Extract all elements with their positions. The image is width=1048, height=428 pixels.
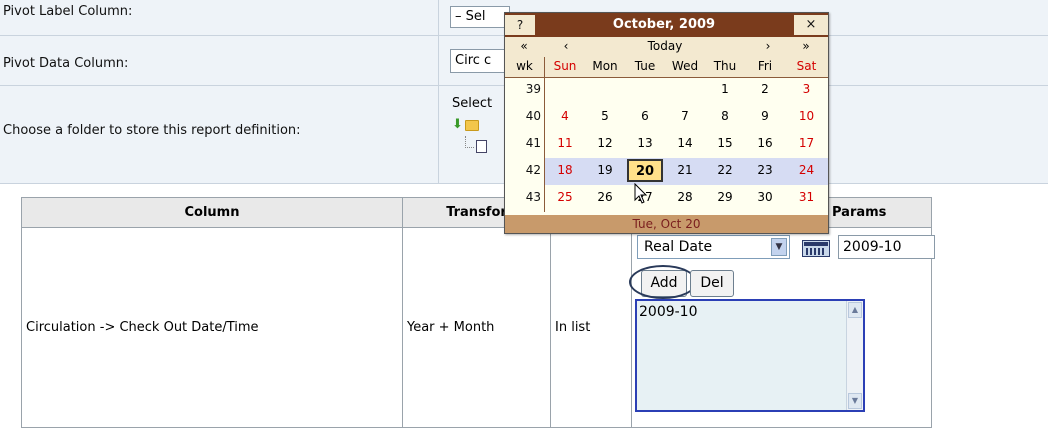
scroll-up-icon[interactable]: ▲ bbox=[848, 302, 862, 318]
calendar-day-30[interactable]: 30 bbox=[745, 188, 785, 208]
day-name-sat: Sat bbox=[796, 59, 817, 73]
calendar-close-button[interactable]: × bbox=[794, 15, 828, 35]
day-name-thu: Thu bbox=[713, 59, 737, 73]
pivot-data-label: Pivot Data Column: bbox=[3, 56, 129, 71]
day-name-mon: Mon bbox=[592, 59, 618, 73]
day-name-sun: Sun bbox=[553, 59, 577, 73]
calendar-title: October, 2009 bbox=[612, 17, 716, 32]
param-list-box[interactable]: 2009-10 ▲ ▼ bbox=[635, 299, 865, 412]
calendar-nav: « ‹ Today › » bbox=[505, 37, 828, 58]
week-number: 39 bbox=[525, 82, 541, 96]
calendar-day-20[interactable]: 20 bbox=[627, 159, 663, 182]
calendar-day-1[interactable]: 1 bbox=[705, 80, 745, 100]
param-type-select[interactable]: Real Date ▼ bbox=[637, 235, 790, 259]
calendar-help-button[interactable]: ? bbox=[505, 15, 535, 35]
folder-label: Choose a folder to store this report def… bbox=[3, 123, 301, 138]
param-type-value: Real Date bbox=[644, 239, 713, 255]
next-month-button[interactable]: › bbox=[751, 37, 785, 57]
calendar-icon[interactable] bbox=[802, 240, 830, 257]
calendar-empty-cell bbox=[585, 80, 625, 100]
calendar-day-2[interactable]: 2 bbox=[745, 80, 785, 100]
calendar-icon-grid bbox=[806, 248, 826, 255]
week-number: 41 bbox=[525, 136, 541, 150]
calendar-empty-cell bbox=[665, 80, 705, 100]
calendar-day-23[interactable]: 23 bbox=[745, 161, 785, 181]
calendar-day-13[interactable]: 13 bbox=[625, 134, 665, 154]
calendar-day-17[interactable]: 17 bbox=[785, 134, 828, 154]
day-name-tue: Tue bbox=[634, 59, 656, 73]
calendar-day-15[interactable]: 15 bbox=[705, 134, 745, 154]
calendar-icon-bar bbox=[804, 242, 828, 246]
mouse-cursor bbox=[634, 183, 648, 204]
calendar-day-29[interactable]: 29 bbox=[705, 188, 745, 208]
calendar-day-19[interactable]: 19 bbox=[585, 161, 625, 181]
list-scrollbar[interactable]: ▲ ▼ bbox=[846, 301, 863, 410]
del-button[interactable]: Del bbox=[690, 270, 734, 297]
calendar-day-names: wk Sun Mon Tue Wed Thu Fri Sat bbox=[505, 57, 828, 78]
calendar-empty-cell bbox=[625, 80, 665, 100]
calendar-empty-cell bbox=[545, 80, 585, 100]
folder-icon[interactable] bbox=[465, 120, 479, 131]
cell-operator: In list bbox=[550, 227, 632, 428]
calendar-day-4[interactable]: 4 bbox=[545, 107, 585, 127]
calendar-day-16[interactable]: 16 bbox=[745, 134, 785, 154]
cell-transform: Year + Month bbox=[402, 227, 551, 428]
calendar-day-3[interactable]: 3 bbox=[785, 80, 828, 100]
calendar-day-22[interactable]: 22 bbox=[705, 161, 745, 181]
document-icon[interactable] bbox=[476, 140, 487, 153]
pivot-data-select[interactable]: Circ c bbox=[450, 49, 510, 73]
calendar-header: ? October, 2009 × bbox=[505, 13, 828, 37]
header-params-label: Params bbox=[832, 205, 887, 220]
header-column: Column bbox=[21, 197, 403, 228]
today-button[interactable]: Today bbox=[585, 37, 745, 57]
cell-column: Circulation -> Check Out Date/Time bbox=[21, 227, 403, 428]
form-divider bbox=[438, 0, 439, 184]
calendar-day-24[interactable]: 24 bbox=[785, 161, 828, 181]
week-column-divider bbox=[544, 57, 545, 212]
calendar-day-11[interactable]: 11 bbox=[545, 134, 585, 154]
calendar-day-9[interactable]: 9 bbox=[745, 107, 785, 127]
chevron-down-icon[interactable]: ▼ bbox=[771, 238, 787, 256]
calendar-day-26[interactable]: 26 bbox=[585, 188, 625, 208]
calendar-popup: ? October, 2009 × « ‹ Today › » wk Sun Mon… bbox=[504, 12, 829, 234]
calendar-day-12[interactable]: 12 bbox=[585, 134, 625, 154]
calendar-day-31[interactable]: 31 bbox=[785, 188, 828, 208]
calendar-day-10[interactable]: 10 bbox=[785, 107, 828, 127]
folder-select-prefix: Select bbox=[452, 96, 493, 111]
day-name-wk: wk bbox=[516, 59, 533, 73]
week-number: 43 bbox=[525, 190, 541, 204]
next-year-button[interactable]: » bbox=[789, 37, 823, 57]
add-button-highlight bbox=[629, 265, 697, 299]
arrow-down-icon[interactable]: ⬇ bbox=[452, 118, 463, 132]
calendar-day-28[interactable]: 28 bbox=[665, 188, 705, 208]
scroll-down-icon[interactable]: ▼ bbox=[848, 393, 862, 409]
calendar-day-7[interactable]: 7 bbox=[665, 107, 705, 127]
pivot-label-label: Pivot Label Column: bbox=[3, 4, 133, 19]
prev-year-button[interactable]: « bbox=[507, 37, 541, 57]
pivot-label-select[interactable]: – Sel bbox=[450, 6, 510, 28]
calendar-day-5[interactable]: 5 bbox=[585, 107, 625, 127]
prev-month-button[interactable]: ‹ bbox=[549, 37, 583, 57]
week-number: 40 bbox=[525, 109, 541, 123]
calendar-day-21[interactable]: 21 bbox=[665, 161, 705, 181]
calendar-status: Tue, Oct 20 bbox=[505, 215, 828, 233]
param-date-input[interactable]: 2009-10 bbox=[838, 235, 935, 259]
day-name-wed: Wed bbox=[671, 59, 699, 73]
calendar-day-25[interactable]: 25 bbox=[545, 188, 585, 208]
day-name-fri: Fri bbox=[757, 59, 773, 73]
tree-line bbox=[465, 136, 474, 148]
calendar-day-14[interactable]: 14 bbox=[665, 134, 705, 154]
calendar-day-18[interactable]: 18 bbox=[545, 161, 585, 181]
week-number: 42 bbox=[525, 163, 541, 177]
param-list-value[interactable]: 2009-10 bbox=[639, 304, 698, 320]
calendar-day-8[interactable]: 8 bbox=[705, 107, 745, 127]
calendar-day-6[interactable]: 6 bbox=[625, 107, 665, 127]
